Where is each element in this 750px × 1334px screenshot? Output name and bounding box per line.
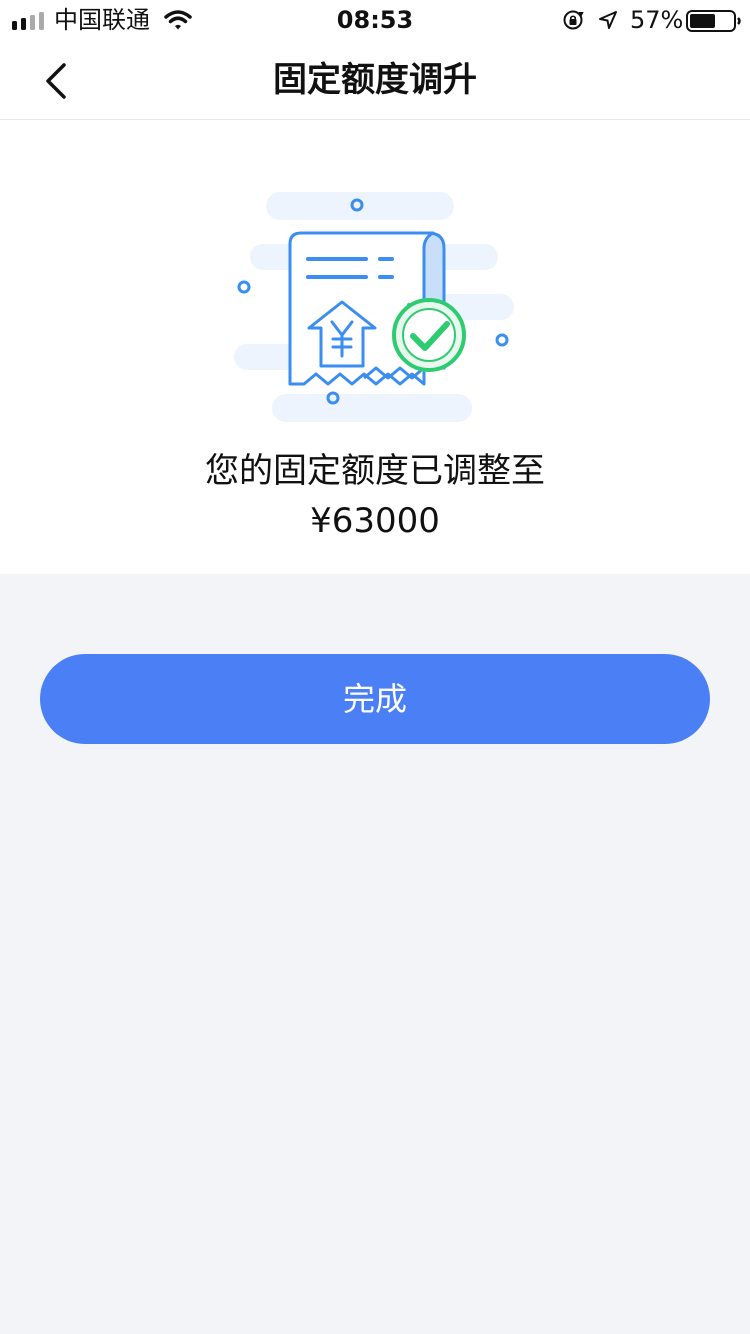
- wifi-icon: [164, 10, 192, 30]
- location-arrow-icon: [599, 11, 617, 29]
- receipt-check-illustration: [234, 192, 514, 422]
- result-card: 您的固定额度已调整至 ¥63000: [0, 120, 750, 574]
- status-bar: 中国联通 08:53 57%: [0, 0, 750, 40]
- battery-percent: 57%: [630, 6, 684, 34]
- result-message: 您的固定额度已调整至: [205, 451, 545, 491]
- back-button[interactable]: [30, 56, 82, 104]
- chevron-left-icon: [46, 63, 66, 99]
- check-circle-icon: [392, 298, 466, 372]
- done-button[interactable]: 完成: [40, 654, 710, 744]
- carrier-name: 中国联通: [54, 6, 150, 34]
- signal-icon: [12, 12, 44, 30]
- page-title: 固定额度调升: [273, 60, 477, 100]
- battery-icon: [686, 10, 741, 32]
- result-amount: ¥63000: [310, 501, 440, 541]
- rotation-lock-icon: [563, 10, 584, 30]
- nav-bar: 固定额度调升: [0, 40, 750, 120]
